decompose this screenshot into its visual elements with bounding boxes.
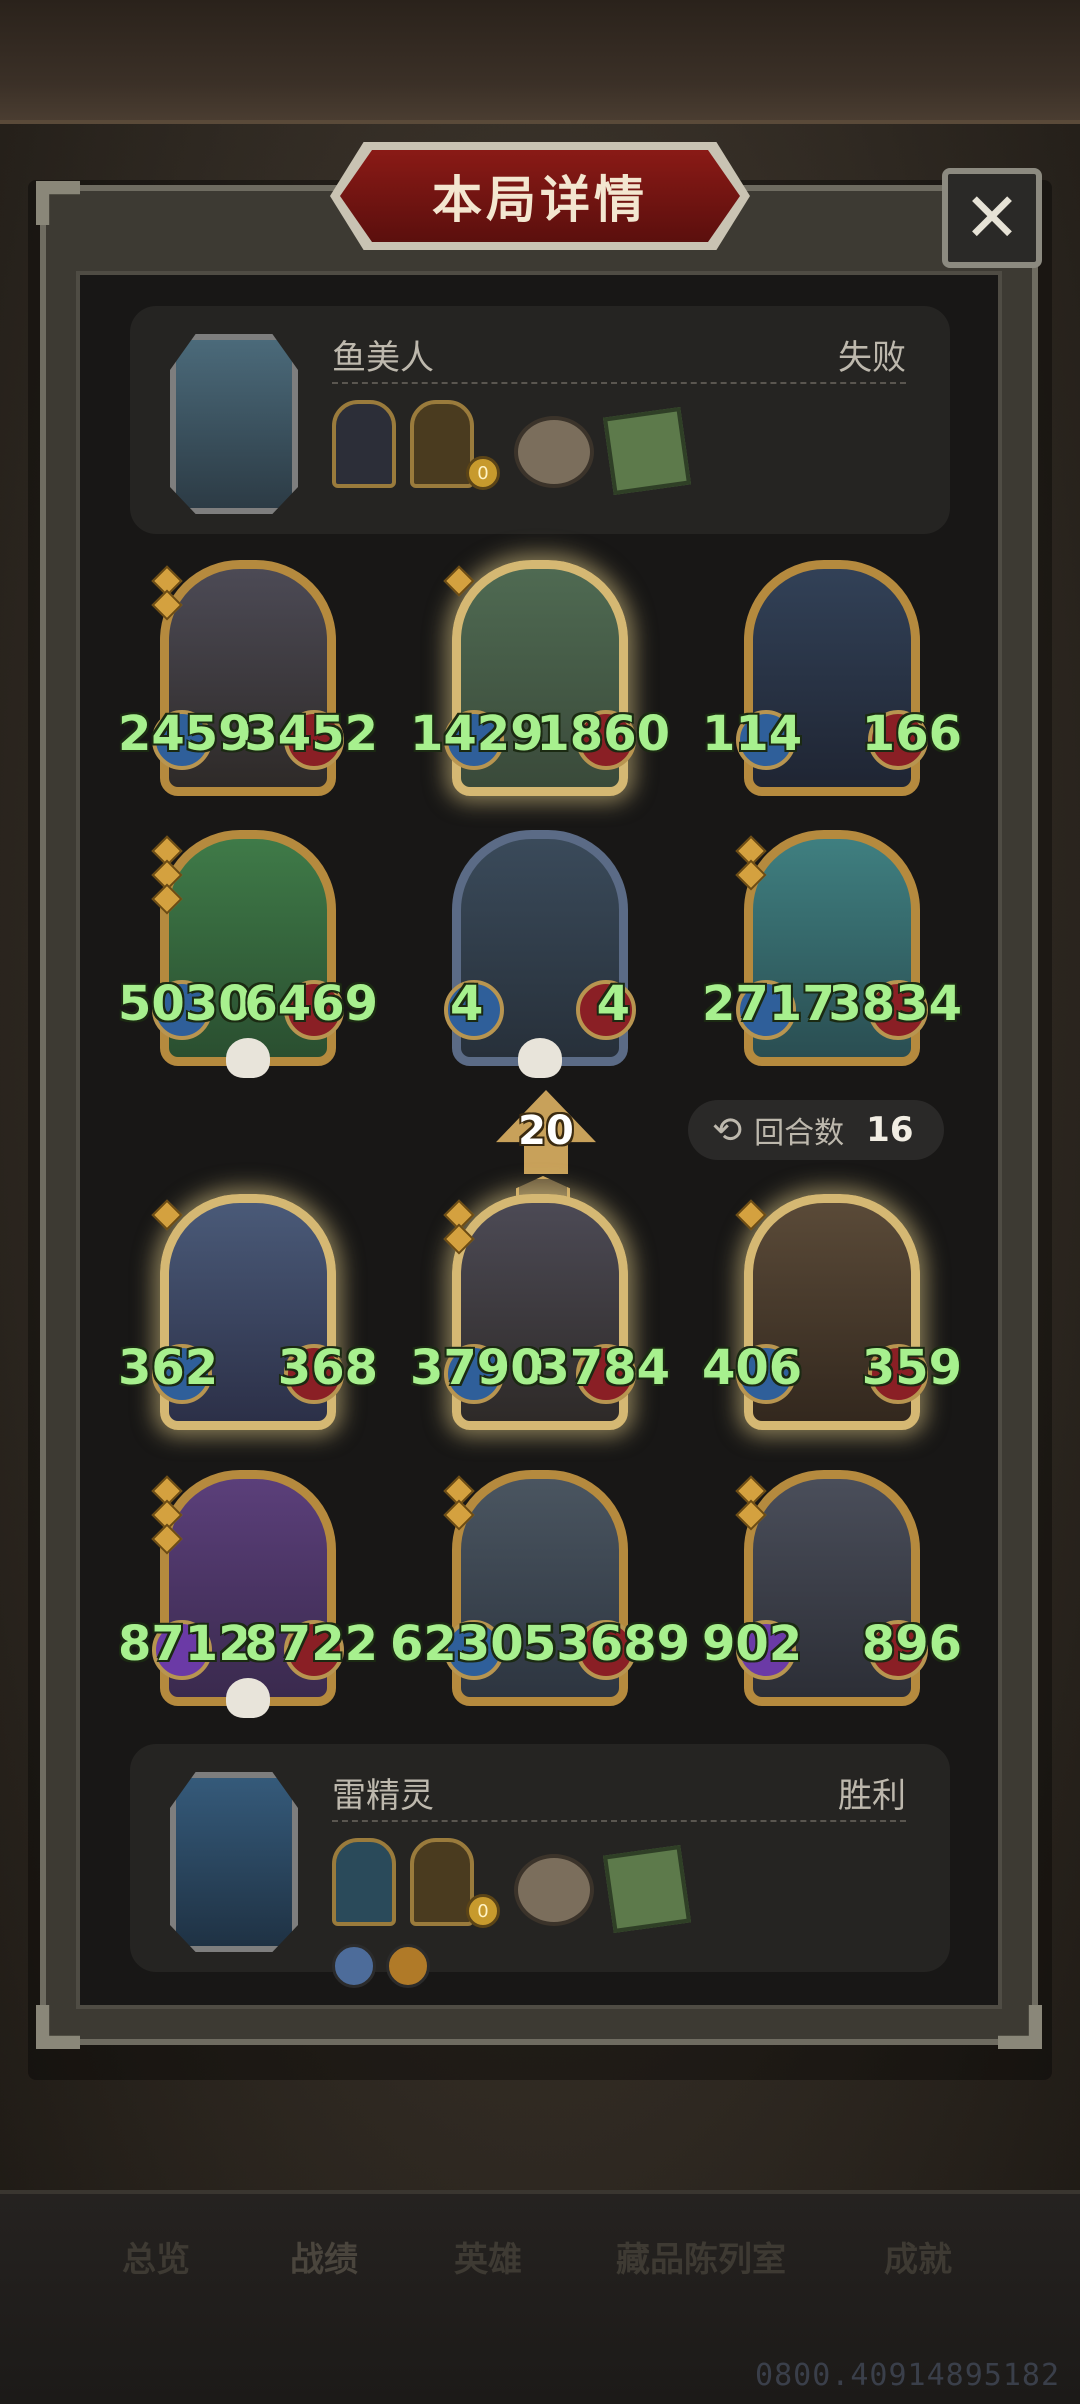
divider xyxy=(332,382,906,384)
player-minion[interactable]: 62305 53689 xyxy=(390,1470,690,1706)
corner-ornament xyxy=(998,2005,1042,2049)
skull-icon xyxy=(518,1038,562,1078)
attack-value: 406 xyxy=(702,1340,803,1396)
opponent-minion[interactable]: 4 4 xyxy=(444,830,636,1078)
health-value: 3784 xyxy=(536,1340,670,1396)
rounds-counter: ⟲ 回合数 16 xyxy=(688,1100,944,1160)
attack-value: 2717 xyxy=(702,976,836,1032)
opponent-minion[interactable]: 1429 1860 xyxy=(410,560,670,796)
attack-value: 8712 xyxy=(118,1616,252,1672)
coin-icon: 0 xyxy=(466,456,500,490)
attack-value: 3790 xyxy=(410,1340,544,1396)
opponent-name: 鱼美人 xyxy=(332,338,434,378)
health-value: 3834 xyxy=(828,976,962,1032)
close-icon: ✕ xyxy=(963,178,1021,258)
trophy-card-icon[interactable] xyxy=(410,400,474,488)
health-value: 166 xyxy=(861,706,962,762)
health-value: 1860 xyxy=(536,706,670,762)
watermark-text: 0800.40914895182 xyxy=(755,2358,1060,2393)
dialog-title: 本局详情 xyxy=(432,171,648,229)
corner-ornament xyxy=(36,181,80,225)
opponent-minion[interactable]: 2459 3452 xyxy=(118,560,378,796)
divider xyxy=(332,1820,906,1822)
player-avatar[interactable] xyxy=(170,1772,298,1952)
health-value: 359 xyxy=(861,1340,962,1396)
health-value: 3452 xyxy=(244,706,378,762)
tab-overview[interactable]: 总览 xyxy=(122,2232,190,2281)
opponent-items: 0 xyxy=(332,400,692,496)
refresh-icon: ⟲ xyxy=(712,1109,743,1151)
player-minion[interactable]: 902 896 xyxy=(702,1470,962,1706)
attack-value: 2459 xyxy=(118,706,252,762)
spellbook-icon[interactable] xyxy=(602,406,692,496)
opponent-minion[interactable]: 5030 6469 xyxy=(118,830,378,1078)
tab-heroes[interactable]: 英雄 xyxy=(454,2232,522,2281)
coin-icon: 0 xyxy=(466,1894,500,1928)
tab-collection[interactable]: 藏品陈列室 xyxy=(616,2232,786,2281)
player-items: 0 xyxy=(332,1838,692,1934)
player-badges xyxy=(332,1944,430,1988)
corner-ornament xyxy=(36,2005,80,2049)
player-panel: 雷精灵 胜利 0 xyxy=(130,1744,950,1988)
skull-icon xyxy=(226,1038,270,1078)
skull-icon xyxy=(226,1678,270,1718)
trophy-card-icon[interactable] xyxy=(410,1838,474,1926)
health-value: 8722 xyxy=(244,1616,378,1672)
attack-value: 362 xyxy=(118,1340,219,1396)
relic-card-icon[interactable] xyxy=(332,1838,396,1926)
spellbook-icon[interactable] xyxy=(602,1844,692,1934)
health-value: 368 xyxy=(277,1340,378,1396)
wooden-header xyxy=(0,0,1080,124)
health-value: 6469 xyxy=(244,976,378,1032)
attack-value: 4 xyxy=(450,976,484,1032)
close-button[interactable]: ✕ xyxy=(942,168,1042,268)
health-value: 4 xyxy=(596,976,630,1032)
pocket-watch-icon[interactable] xyxy=(514,416,594,488)
tab-records[interactable]: 战绩 xyxy=(290,2232,358,2281)
rounds-value: 16 xyxy=(866,1110,914,1150)
rounds-label: 回合数 xyxy=(754,1116,845,1151)
opponent-result: 失败 xyxy=(838,338,906,378)
attack-value: 902 xyxy=(702,1616,803,1672)
player-result: 胜利 xyxy=(838,1776,906,1816)
health-value: 896 xyxy=(861,1616,962,1672)
player-minion[interactable]: 362 368 xyxy=(118,1194,378,1430)
health-value: 53689 xyxy=(523,1616,690,1672)
player-minion[interactable]: 406 359 xyxy=(702,1194,962,1430)
player-name: 雷精灵 xyxy=(332,1776,434,1816)
opponent-avatar[interactable] xyxy=(170,334,298,514)
attack-value: 5030 xyxy=(118,976,252,1032)
attack-value: 1429 xyxy=(410,706,544,762)
opponent-panel: 鱼美人 失败 0 xyxy=(130,306,950,534)
crossed-swords-icon[interactable] xyxy=(332,1944,376,1988)
player-minion[interactable]: 8712 8722 xyxy=(118,1470,378,1718)
player-minion[interactable]: 3790 3784 xyxy=(410,1194,670,1430)
turn-marker-value: 20 xyxy=(518,1108,574,1154)
attack-value: 114 xyxy=(702,706,803,762)
relic-card-icon[interactable] xyxy=(332,400,396,488)
pocket-watch-icon[interactable] xyxy=(514,1854,594,1926)
opponent-minion[interactable]: 2717 3834 xyxy=(702,830,962,1066)
tab-achievements[interactable]: 成就 xyxy=(884,2232,952,2281)
opponent-minion[interactable]: 114 166 xyxy=(702,560,962,796)
fist-icon[interactable] xyxy=(386,1944,430,1988)
